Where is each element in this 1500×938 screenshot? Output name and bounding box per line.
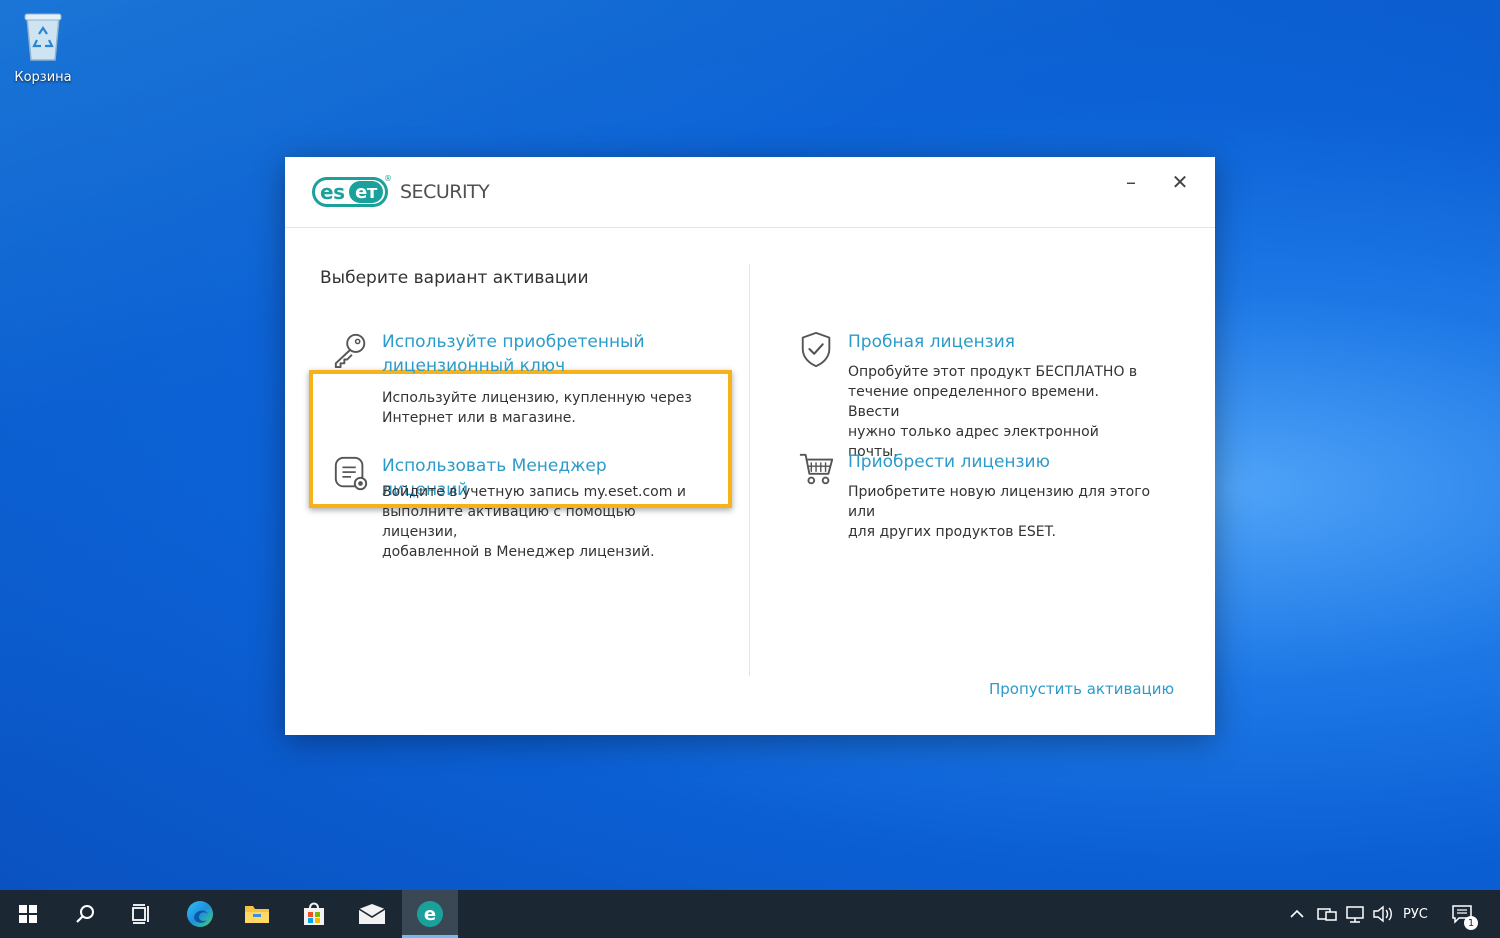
logo-registered-mark: ® bbox=[384, 174, 392, 183]
volume-icon[interactable] bbox=[1369, 905, 1397, 923]
store-button[interactable] bbox=[286, 890, 342, 938]
recycle-bin-label: Корзина bbox=[14, 70, 72, 85]
eset-logo-badge: es eт ® bbox=[312, 174, 392, 207]
column-divider bbox=[749, 264, 750, 676]
system-tray: РУС bbox=[1287, 890, 1428, 938]
show-hidden-icons-chevron-icon[interactable] bbox=[1287, 909, 1307, 919]
recycle-bin-desktop-icon[interactable]: Корзина bbox=[10, 8, 76, 85]
file-explorer-button[interactable] bbox=[229, 890, 285, 938]
recycle-bin-icon bbox=[19, 8, 67, 64]
eset-logo: es eт ® SECURITY bbox=[312, 174, 490, 207]
taskbar: e РУС 1 bbox=[0, 890, 1500, 938]
license-manager-desc-line3: добавленной в Менеджер лицензий. bbox=[382, 544, 655, 560]
eset-app-icon-letter: e bbox=[423, 903, 437, 925]
license-key-title[interactable]: Используйте приобретенный лицензионный к… bbox=[382, 330, 645, 378]
logo-badge-right-text: eт bbox=[349, 181, 383, 203]
buy-desc-line1: Приобретите новую лицензию для этого или bbox=[848, 484, 1151, 520]
option-buy-license[interactable]: Приобрести лицензию Приобретите новую ли… bbox=[798, 450, 1178, 540]
logo-text: SECURITY bbox=[400, 181, 490, 203]
minimize-button[interactable]: – bbox=[1116, 167, 1146, 197]
option-trial-license[interactable]: Пробная лицензия Опробуйте этот продукт … bbox=[798, 330, 1178, 460]
search-button[interactable] bbox=[57, 890, 113, 938]
activation-heading: Выберите вариант активации bbox=[320, 268, 589, 288]
edge-browser-icon bbox=[187, 901, 213, 927]
task-view-icon bbox=[132, 904, 149, 924]
eset-taskbar-button[interactable]: e bbox=[402, 890, 458, 938]
close-button[interactable]: ✕ bbox=[1165, 167, 1195, 197]
store-bag-icon bbox=[304, 902, 324, 925]
minimize-icon: – bbox=[1126, 170, 1136, 194]
license-key-description: Используйте лицензию, купленную через Ин… bbox=[382, 388, 702, 428]
trial-desc-line2: течение определенного времени. Ввести bbox=[848, 384, 1099, 420]
option-license-manager[interactable]: Использовать Менеджер лицензий Войдите в… bbox=[332, 454, 692, 560]
window-titlebar: es eт ® SECURITY – ✕ bbox=[285, 157, 1215, 228]
license-key-desc-line1: Используйте лицензию, купленную через bbox=[382, 390, 692, 406]
buy-desc-line2: для других продуктов ESET. bbox=[848, 524, 1056, 540]
buy-license-description: Приобретите новую лицензию для этого или… bbox=[848, 482, 1178, 542]
shopping-cart-icon bbox=[798, 450, 836, 490]
buy-license-title[interactable]: Приобрести лицензию bbox=[848, 450, 1050, 474]
edge-taskbar-button[interactable] bbox=[172, 890, 228, 938]
license-manager-desc-line2: выполните активацию с помощью лицензии, bbox=[382, 504, 636, 540]
trial-license-title[interactable]: Пробная лицензия bbox=[848, 330, 1015, 354]
windows-logo-icon bbox=[19, 905, 37, 923]
license-manager-description: Войдите в учетную запись my.eset.com и в… bbox=[382, 482, 712, 562]
skip-activation-link[interactable]: Пропустить активацию bbox=[989, 680, 1174, 698]
input-language-indicator[interactable]: РУС bbox=[1403, 907, 1428, 922]
eset-tray-icon[interactable] bbox=[1313, 906, 1341, 922]
license-key-title-line2: лицензионный ключ bbox=[382, 356, 566, 376]
action-center-button[interactable]: 1 bbox=[1440, 890, 1484, 938]
key-icon bbox=[332, 330, 370, 370]
license-manager-desc-line1: Войдите в учетную запись my.eset.com и bbox=[382, 484, 686, 500]
license-manager-icon bbox=[332, 454, 370, 494]
trial-license-description: Опробуйте этот продукт БЕСПЛАТНО в течен… bbox=[848, 362, 1148, 462]
network-icon[interactable] bbox=[1341, 905, 1369, 923]
eset-app-icon: e bbox=[417, 901, 443, 927]
logo-badge-left-text: es bbox=[320, 180, 345, 204]
license-key-desc-line2: Интернет или в магазине. bbox=[382, 410, 576, 426]
mail-button[interactable] bbox=[344, 890, 400, 938]
mail-icon bbox=[358, 904, 386, 924]
license-key-title-line1: Используйте приобретенный bbox=[382, 332, 645, 352]
trial-desc-line1: Опробуйте этот продукт БЕСПЛАТНО в bbox=[848, 364, 1138, 380]
search-icon bbox=[76, 905, 94, 923]
shield-check-icon bbox=[798, 330, 836, 370]
notification-count-badge: 1 bbox=[1464, 916, 1478, 930]
option-license-key[interactable]: Используйте приобретенный лицензионный к… bbox=[332, 330, 692, 430]
start-button[interactable] bbox=[0, 890, 56, 938]
task-view-button[interactable] bbox=[113, 890, 169, 938]
close-icon: ✕ bbox=[1171, 170, 1189, 194]
folder-icon bbox=[245, 906, 269, 923]
